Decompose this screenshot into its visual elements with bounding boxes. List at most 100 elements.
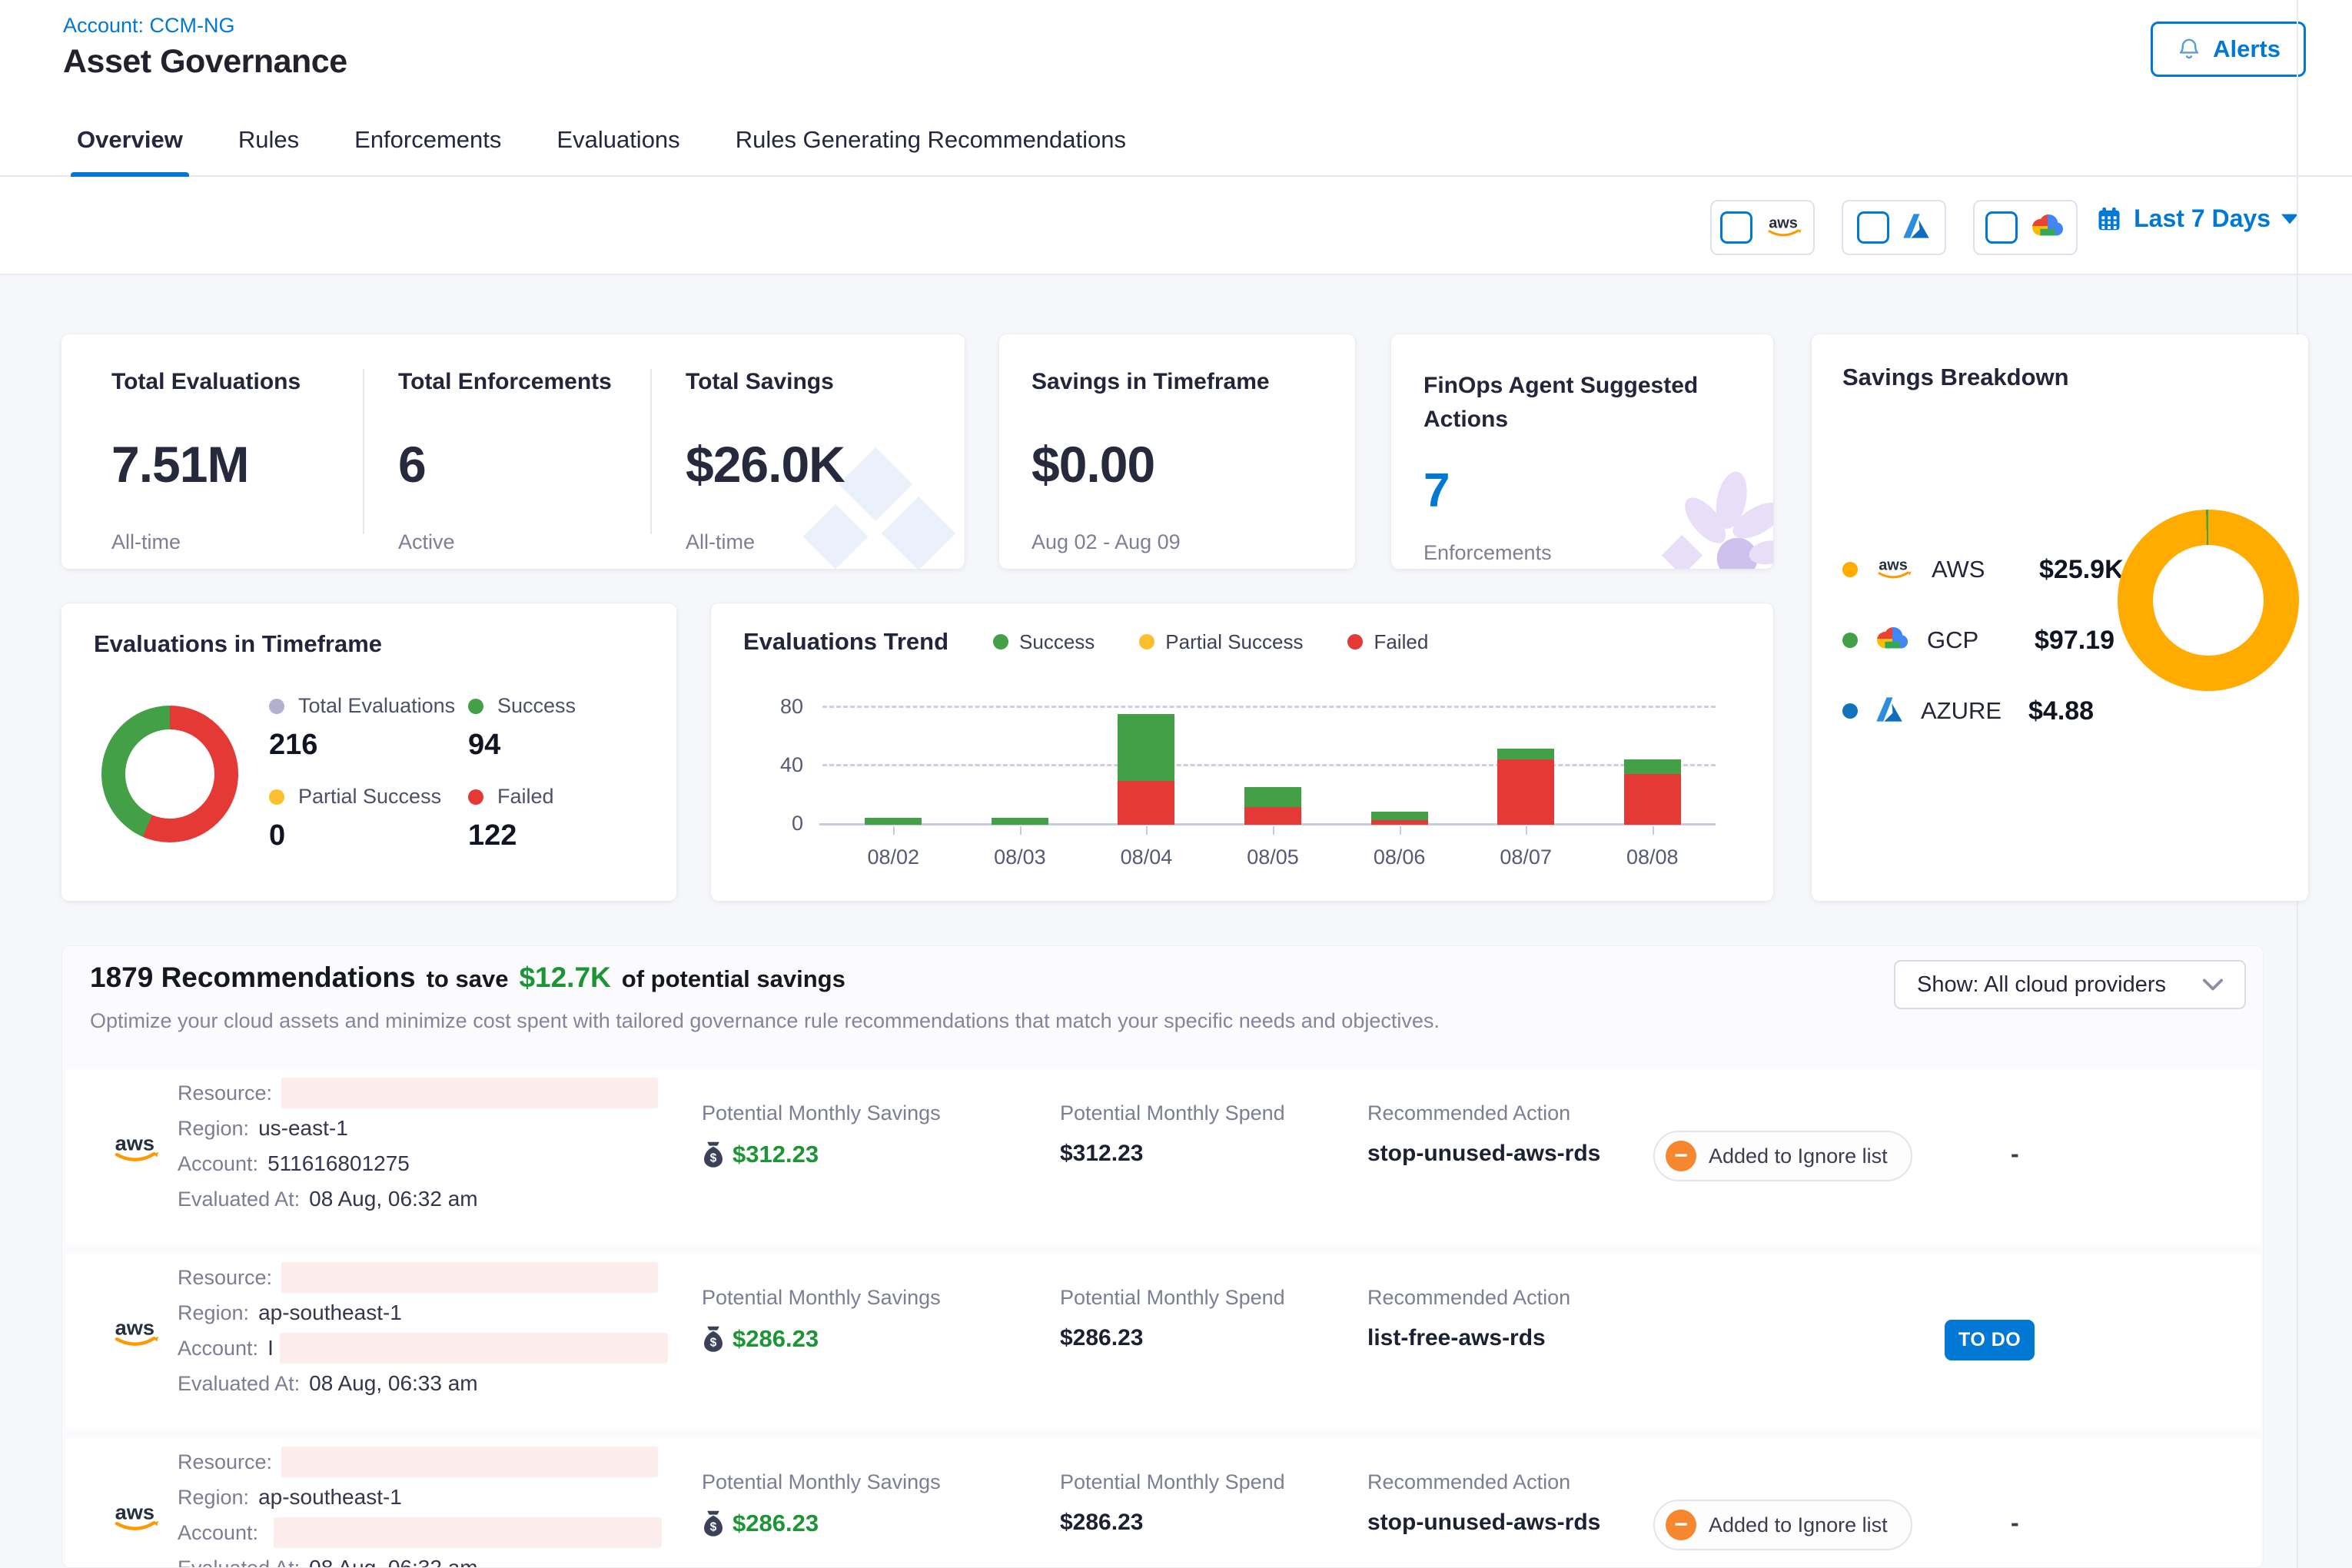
y-axis-tick: 40 bbox=[749, 753, 803, 777]
recommendations-count: 1879 Recommendations bbox=[90, 962, 416, 994]
evaluations-timeframe-title: Evaluations in Timeframe bbox=[94, 630, 382, 658]
date-range-selector[interactable]: Last 7 Days bbox=[2095, 204, 2298, 233]
aws-savings-value: $25.9K bbox=[2039, 555, 2124, 585]
svg-text:$: $ bbox=[710, 1521, 717, 1534]
resource-details: Resource: Region:ap-southeast-1 Account:… bbox=[178, 1260, 668, 1401]
gcp-checkbox[interactable] bbox=[1985, 211, 2018, 244]
region-label: Region: bbox=[178, 1301, 249, 1325]
region-value: us-east-1 bbox=[258, 1116, 348, 1141]
added-to-ignore-list-chip[interactable]: − Added to Ignore list bbox=[1653, 1131, 1912, 1181]
bar-failed bbox=[1118, 781, 1174, 825]
legend-label: Total Evaluations bbox=[298, 694, 455, 718]
recommendation-row[interactable]: aws Resource: Region:ap-southeast-1 Acco… bbox=[66, 1438, 2261, 1568]
legend-label: Partial Success bbox=[298, 785, 441, 809]
azure-checkbox[interactable] bbox=[1857, 211, 1889, 244]
calendar-icon bbox=[2095, 205, 2123, 233]
tab-rules-generating-recommendations[interactable]: Rules Generating Recommendations bbox=[736, 103, 1126, 176]
total-evaluations-label: Total Evaluations bbox=[111, 369, 342, 395]
finops-suggested-actions-card: FinOps Agent Suggested Actions 7 Enforce… bbox=[1391, 334, 1773, 569]
aws-logo-icon: aws bbox=[1765, 213, 1805, 243]
action-value: stop-unused-aws-rds bbox=[1367, 1141, 1600, 1167]
total-enforcements-label: Total Enforcements bbox=[398, 369, 629, 395]
cloud-provider-filter-dropdown[interactable]: Show: All cloud providers bbox=[1894, 960, 2246, 1009]
savings-value: $$286.23 bbox=[702, 1325, 941, 1353]
caret-down-icon bbox=[2281, 214, 2298, 224]
bar-group-08/08: 08/08 bbox=[1589, 702, 1716, 825]
recommendation-row[interactable]: aws Resource: Region:us-east-1 Account:5… bbox=[66, 1069, 2261, 1244]
tab-overview[interactable]: Overview bbox=[77, 103, 183, 176]
bar-success bbox=[1244, 787, 1301, 808]
account-breadcrumb-link[interactable]: Account: CCM-NG bbox=[63, 14, 235, 38]
empty-value-dash: - bbox=[2011, 1509, 2019, 1537]
savings-breakdown-donut-chart bbox=[2118, 510, 2299, 691]
evaluations-donut-chart bbox=[101, 706, 238, 842]
savings-breakdown-title: Savings Breakdown bbox=[1842, 364, 2069, 391]
savings-value: $$286.23 bbox=[702, 1510, 941, 1537]
provider-filter-gcp[interactable] bbox=[1973, 200, 2078, 255]
svg-text:aws: aws bbox=[115, 1131, 154, 1155]
savings-breakdown-card: Savings Breakdown aws AWS $25.9K GCP $97… bbox=[1812, 334, 2308, 901]
savings-in-timeframe-card: Savings in Timeframe $0.00 Aug 02 - Aug … bbox=[999, 334, 1355, 569]
action-value: list-free-aws-rds bbox=[1367, 1325, 1570, 1351]
finops-label: FinOps Agent Suggested Actions bbox=[1423, 369, 1700, 436]
recommendation-row[interactable]: aws Resource: Region:ap-southeast-1 Acco… bbox=[66, 1254, 2261, 1429]
partial-success-dot bbox=[269, 789, 284, 805]
minus-circle-icon: − bbox=[1666, 1510, 1696, 1540]
gcp-name: GCP bbox=[1927, 626, 2018, 654]
total-savings-sub: All-time bbox=[686, 530, 932, 554]
tab-evaluations[interactable]: Evaluations bbox=[556, 103, 679, 176]
breakdown-row-gcp: GCP $97.19 bbox=[1842, 620, 2114, 660]
legend-label: Partial Success bbox=[1165, 630, 1303, 654]
bar-failed bbox=[1497, 759, 1554, 826]
added-to-ignore-list-chip[interactable]: − Added to Ignore list bbox=[1653, 1500, 1912, 1550]
alerts-button[interactable]: Alerts bbox=[2151, 22, 2306, 77]
redacted-resource bbox=[281, 1447, 658, 1477]
evaluated-at-label: Evaluated At: bbox=[178, 1372, 300, 1396]
recommended-action: Recommended Action stop-unused-aws-rds bbox=[1367, 1470, 1600, 1536]
legend-total-evaluations: Total Evaluations 216 bbox=[269, 694, 455, 762]
x-axis-label: 08/02 bbox=[830, 845, 957, 869]
redacted-resource bbox=[281, 1262, 658, 1293]
svg-text:aws: aws bbox=[1879, 556, 1908, 573]
gcp-legend-dot bbox=[1842, 633, 1858, 648]
legend-label: Failed bbox=[497, 785, 554, 809]
legend-success: Success 94 bbox=[468, 694, 576, 762]
svg-text:aws: aws bbox=[115, 1316, 154, 1340]
resource-details: Resource: Region:us-east-1 Account:51161… bbox=[178, 1075, 658, 1217]
bar-success bbox=[1118, 714, 1174, 781]
savings-label: Potential Monthly Savings bbox=[702, 1286, 941, 1310]
bar-group-08/06: 08/06 bbox=[1336, 702, 1463, 825]
total-enforcements-value: 6 bbox=[398, 435, 629, 493]
evaluations-in-timeframe-card: Evaluations in Timeframe Total Evaluatio… bbox=[61, 603, 676, 901]
savings-value: $$312.23 bbox=[702, 1141, 941, 1168]
recommendations-section: 1879 Recommendations to save $12.7K of p… bbox=[61, 945, 2264, 1568]
ignore-chip-label: Added to Ignore list bbox=[1709, 1513, 1888, 1537]
svg-text:aws: aws bbox=[1769, 214, 1798, 231]
success-dot bbox=[468, 699, 483, 714]
azure-logo-icon bbox=[1875, 696, 1904, 727]
tab-enforcements[interactable]: Enforcements bbox=[354, 103, 501, 176]
legend-value: 122 bbox=[468, 819, 554, 852]
aws-checkbox[interactable] bbox=[1720, 211, 1752, 244]
redacted-resource bbox=[281, 1078, 658, 1108]
action-label: Recommended Action bbox=[1367, 1470, 1600, 1494]
total-evaluations-dot bbox=[269, 699, 284, 714]
region-value: ap-southeast-1 bbox=[258, 1485, 402, 1510]
evaluated-at-value: 08 Aug, 06:32 am bbox=[309, 1187, 478, 1211]
resource-label: Resource: bbox=[178, 1266, 272, 1290]
provider-filter-aws[interactable]: aws bbox=[1710, 200, 1815, 255]
recommendations-mid-text: to save bbox=[427, 965, 509, 993]
account-label: Account: bbox=[178, 1152, 258, 1176]
finops-sub: Enforcements bbox=[1423, 541, 1700, 565]
bar-success bbox=[1624, 759, 1681, 774]
spend-label: Potential Monthly Spend bbox=[1060, 1286, 1285, 1310]
ignore-chip-label: Added to Ignore list bbox=[1709, 1144, 1888, 1168]
bar-failed bbox=[1624, 774, 1681, 826]
action-label: Recommended Action bbox=[1367, 1286, 1570, 1310]
evaluations-trend-title: Evaluations Trend bbox=[743, 628, 948, 656]
provider-filter-azure[interactable] bbox=[1842, 200, 1946, 255]
bar-failed bbox=[1371, 820, 1428, 825]
partial-success-dot bbox=[1139, 634, 1154, 649]
legend-label: Success bbox=[1019, 630, 1095, 654]
tab-rules[interactable]: Rules bbox=[238, 103, 299, 176]
